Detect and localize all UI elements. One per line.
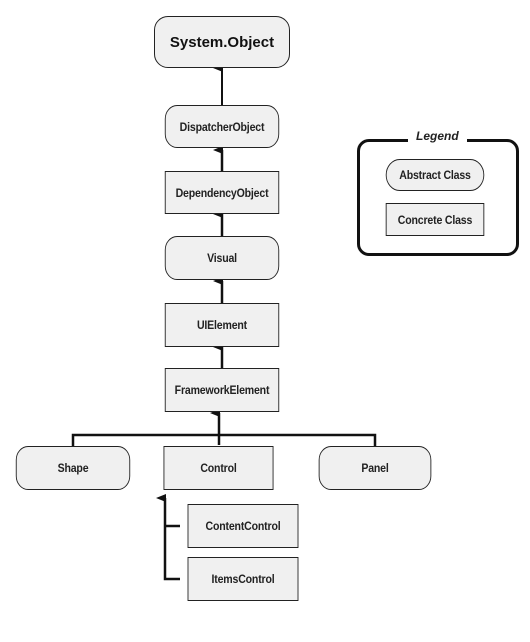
node-dependency-object: DependencyObject bbox=[164, 171, 280, 214]
node-ui-element: UIElement bbox=[164, 303, 280, 347]
node-framework-element: FrameworkElement bbox=[164, 368, 280, 412]
class-hierarchy-diagram: System.Object DispatcherObject Dependenc… bbox=[0, 0, 530, 642]
node-visual: Visual bbox=[164, 236, 280, 280]
node-system-object: System.Object bbox=[154, 16, 290, 68]
node-shape: Shape bbox=[15, 446, 131, 490]
legend-concrete-class: Concrete Class bbox=[385, 203, 485, 236]
node-content-control: ContentControl bbox=[187, 504, 299, 548]
node-items-control: ItemsControl bbox=[187, 557, 299, 601]
edge-contentcontrol-itemscontrol-to-control bbox=[156, 494, 180, 581]
edge-bus-shape-panel bbox=[71, 433, 377, 446]
node-panel: Panel bbox=[318, 446, 432, 490]
legend-title: Legend bbox=[408, 129, 467, 143]
legend-abstract-class: Abstract Class bbox=[385, 159, 485, 191]
node-dispatcher-object: DispatcherObject bbox=[164, 105, 280, 148]
legend bbox=[357, 139, 519, 256]
node-control: Control bbox=[163, 446, 274, 490]
